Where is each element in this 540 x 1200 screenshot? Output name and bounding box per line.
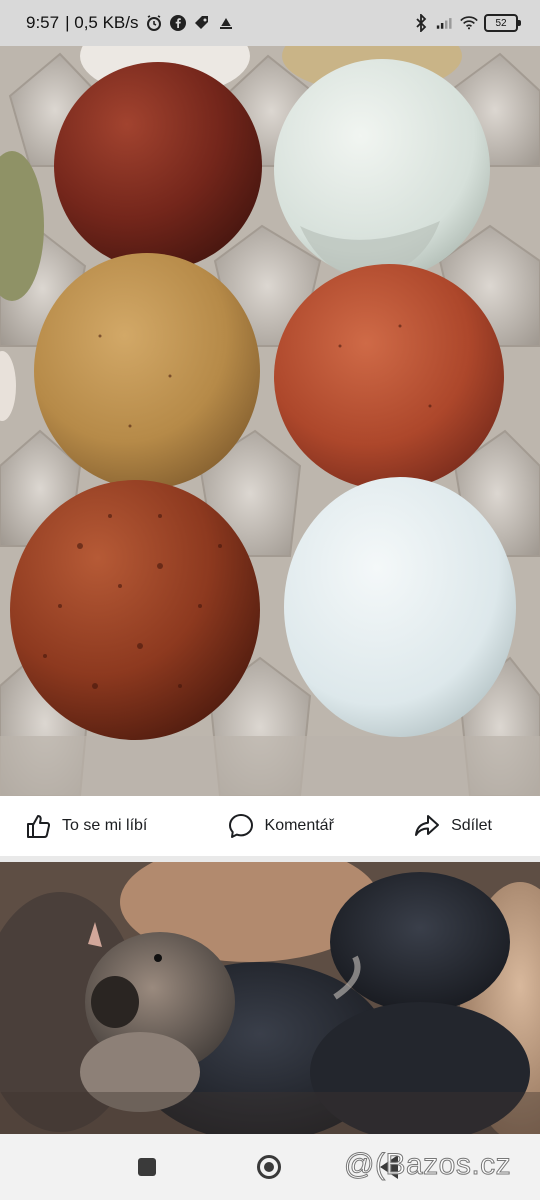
cell-signal-icon [436, 14, 454, 32]
like-button[interactable]: To se mi líbí [24, 812, 147, 840]
recent-apps-button[interactable] [138, 1158, 156, 1176]
chicks-photo[interactable] [0, 862, 540, 1134]
wifi-icon [460, 14, 478, 32]
battery-icon: 52 [484, 14, 521, 32]
comment-button[interactable]: Komentář [227, 812, 334, 840]
share-label: Sdílet [451, 817, 492, 834]
chicks-photo-graphic [0, 862, 540, 1134]
thumbs-up-icon [27, 815, 51, 838]
share-button[interactable]: Sdílet [413, 812, 492, 840]
eggs-photo-graphic [0, 46, 540, 796]
status-bar-left: 9:57 | 0,5 KB/s [26, 13, 235, 33]
status-bar-right: 52 [412, 14, 521, 32]
eggs-photo[interactable] [0, 46, 540, 796]
post-action-bar: To se mi líbí Komentář Sdílet [0, 796, 540, 856]
signal-icon [217, 14, 235, 32]
network-speed: | 0,5 KB/s [65, 13, 139, 32]
status-bar: 9:57 | 0,5 KB/s 52 [0, 0, 540, 46]
comment-label: Komentář [264, 817, 334, 834]
like-label: To se mi líbí [62, 817, 148, 834]
alarm-icon [145, 14, 163, 32]
home-button[interactable] [257, 1155, 281, 1179]
clock: 9:57 [26, 13, 60, 32]
bluetooth-icon [412, 14, 430, 32]
battery-level: 52 [495, 17, 507, 29]
comment-bubble-icon [228, 814, 253, 838]
facebook-icon [169, 14, 187, 32]
bazos-watermark: @(Bazos.cz [343, 1148, 512, 1182]
share-arrow-icon [415, 815, 440, 836]
tag-icon [193, 14, 211, 32]
